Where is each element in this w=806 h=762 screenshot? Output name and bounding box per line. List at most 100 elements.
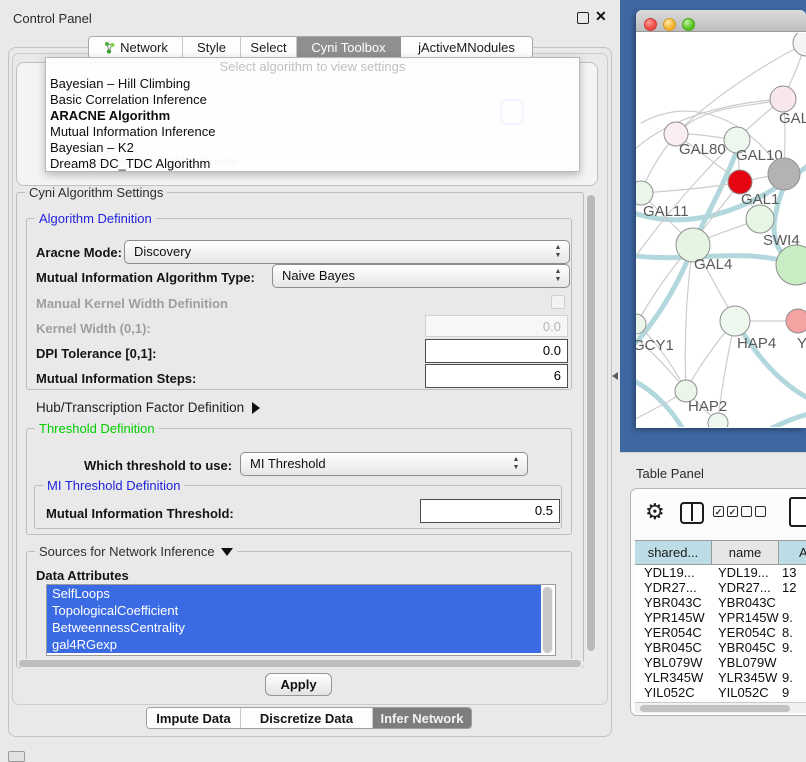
table-row[interactable]: YBR043CYBR043C [635,595,806,610]
zoom-window-icon[interactable] [682,18,695,31]
export-table-icon[interactable] [789,497,806,527]
table-header-row: shared... name A [635,540,806,565]
mi-type-value: Naive Bayes [282,268,355,283]
checkbox-checked-icon[interactable]: ✓ [713,506,724,517]
network-node[interactable] [636,181,653,205]
table-cell: 9. [779,670,806,685]
table-cell: 8. [779,625,806,640]
algorithm-option[interactable]: Bayesian – K2 [46,140,579,156]
network-node-label: HAP2 [688,398,727,415]
column-header-third[interactable]: A [779,541,806,564]
table-row[interactable]: YPR145WYPR145W9. [635,610,806,625]
table-row[interactable]: YDL19...YDL19...13 [635,565,806,580]
network-window-titlebar[interactable] [636,10,806,32]
table-hscroll-thumb[interactable] [640,705,790,712]
algorithm-option[interactable]: Basic Correlation Inference [46,92,579,108]
which-threshold-value: MI Threshold [250,456,326,471]
data-attribute-item-selected[interactable]: TopologicalCoefficient [47,602,541,619]
table-cell [779,655,806,670]
manual-kernel-checkbox[interactable] [551,295,565,309]
tab-cyni-toolbox[interactable]: Cyni Toolbox [297,37,401,58]
column-header-name[interactable]: name [712,541,779,564]
close-window-icon[interactable] [644,18,657,31]
tab-style[interactable]: Style [183,37,241,58]
network-node[interactable] [746,205,774,233]
tab-jactivemnodules[interactable]: jActiveMNodules [401,37,532,58]
close-panel-icon[interactable]: ✕ [595,8,607,25]
mi-type-combobox[interactable]: Naive Bayes ▲▼ [272,264,570,288]
tab-network-label: Network [120,40,168,55]
tab-infer-network[interactable]: Infer Network [373,708,471,728]
gear-icon[interactable]: ⚙ [645,499,665,525]
table-row[interactable]: YER054CYER054C8. [635,625,806,640]
checkbox-unchecked-icon[interactable] [755,506,766,517]
hub-definition-expander[interactable]: Hub/Transcription Factor Definition [36,400,260,415]
table-cell [779,595,806,610]
attributes-scrollbar-thumb[interactable] [543,587,552,653]
manual-kernel-label: Manual Kernel Width Definition [36,296,228,311]
algorithm-option[interactable]: Bayesian – Hill Climbing [46,76,579,92]
minimize-window-icon[interactable] [663,18,676,31]
float-panel-icon[interactable] [577,12,589,24]
tab-impute-data[interactable]: Impute Data [147,708,241,728]
node-table: shared... name A YDL19...YDL19...13YDR27… [635,540,806,700]
dpi-tolerance-field[interactable]: 0.0 [425,339,568,363]
table-row[interactable]: YBL079WYBL079W [635,655,806,670]
algorithm-option[interactable]: Mutual Information Inference [46,124,579,140]
table-row[interactable]: YIL052CYIL052C9 [635,685,806,700]
table-row[interactable]: YLR345WYLR345W9. [635,670,806,685]
apply-button[interactable]: Apply [265,673,332,696]
table-panel-title: Table Panel [636,466,704,481]
settings-hscroll-thumb[interactable] [19,660,581,667]
data-attribute-item-selected[interactable]: SelfLoops [47,585,541,602]
which-threshold-label: Which threshold to use: [84,458,232,473]
table-cell: 9. [779,640,806,655]
mi-steps-field[interactable]: 6 [425,364,568,388]
algorithm-dropdown-popup: Select algorithm to view settings Bayesi… [45,57,580,172]
network-node[interactable] [770,86,796,112]
algorithm-option[interactable]: ARACNE Algorithm [46,108,579,124]
algorithm-option[interactable]: Dream8 DC_TDC Algorithm [46,156,579,172]
kernel-width-field[interactable]: 0.0 [425,315,568,337]
network-node-label: GAL11 [643,203,689,220]
network-edge[interactable] [766,413,806,427]
table-cell: YER054C [635,625,712,640]
splitter-collapse-icon[interactable] [612,372,618,380]
network-node[interactable] [793,33,806,56]
dpi-tolerance-label: DPI Tolerance [0,1]: [36,346,156,361]
settings-vscroll-thumb[interactable] [587,195,595,651]
combo-spinner-icon: ▲▼ [511,456,521,474]
data-attribute-item-selected[interactable]: BetweennessCentrality [47,619,541,636]
data-attribute-item-selected[interactable]: gal4RGexp [47,636,541,653]
table-row[interactable]: YBR045CYBR045C9. [635,640,806,655]
hub-definition-label: Hub/Transcription Factor Definition [36,400,244,415]
table-cell: 9 [779,685,806,700]
table-row[interactable]: YDR27...YDR27...12 [635,580,806,595]
network-canvas[interactable]: GALGAL80GAL10GAL1GAL11SWI4GAL4GCY1HAP4YH… [636,33,806,427]
data-attributes-list[interactable]: SelfLoopsTopologicalCoefficientBetweenne… [46,584,556,656]
network-node[interactable] [786,309,806,333]
network-node[interactable] [720,306,750,336]
checkbox-checked-icon[interactable]: ✓ [727,506,738,517]
tab-jactivemnodules-label: jActiveMNodules [418,40,515,55]
network-edge[interactable] [636,99,783,263]
which-threshold-combobox[interactable]: MI Threshold ▲▼ [240,452,528,476]
column-chooser-icon[interactable] [680,502,704,524]
table-cell: YIL052C [712,685,779,700]
minimized-panel-button[interactable] [8,751,25,762]
checkbox-unchecked-icon[interactable] [741,506,752,517]
attributes-vertical-scrollbar[interactable] [542,586,553,654]
column-header-shared-name[interactable]: shared... [635,541,712,564]
tab-network[interactable]: Network [89,37,183,58]
sources-title-text: Sources for Network Inference [39,544,215,559]
network-node[interactable] [768,158,800,190]
settings-horizontal-scrollbar[interactable] [18,659,584,668]
aracne-mode-combobox[interactable]: Discovery ▲▼ [124,240,570,264]
panel-title: Control Panel [13,11,92,26]
tab-discretize-data[interactable]: Discretize Data [241,708,373,728]
tab-select[interactable]: Select [241,37,297,58]
mi-threshold-field[interactable]: 0.5 [420,499,560,523]
table-horizontal-scrollbar[interactable] [635,702,806,713]
network-view-window[interactable]: GALGAL80GAL10GAL1GAL11SWI4GAL4GCY1HAP4YH… [636,10,806,428]
table-cell: YDL19... [635,565,712,580]
